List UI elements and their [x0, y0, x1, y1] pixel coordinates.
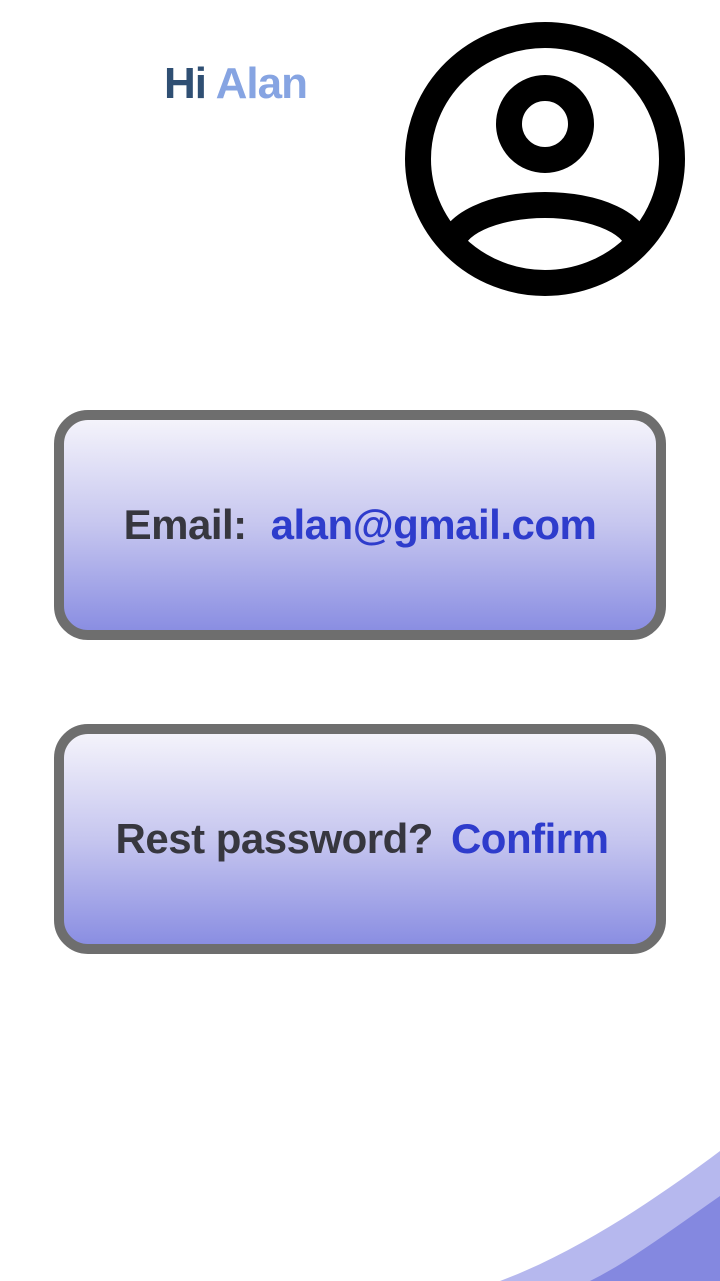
greeting-hi: Hi	[164, 59, 207, 108]
user-circle-icon[interactable]	[404, 20, 686, 298]
reset-password-label: Rest password?	[115, 815, 434, 862]
decorative-wave	[500, 1151, 720, 1281]
email-label: Email:	[123, 501, 248, 548]
greeting-username: Alan	[215, 59, 308, 108]
email-card: Email: alan@gmail.com	[54, 410, 666, 640]
greeting: Hi Alan	[164, 56, 308, 112]
confirm-link[interactable]: Confirm	[451, 815, 609, 863]
email-value: alan@gmail.com	[270, 501, 597, 548]
reset-password-card: Rest password? Confirm	[54, 724, 666, 954]
